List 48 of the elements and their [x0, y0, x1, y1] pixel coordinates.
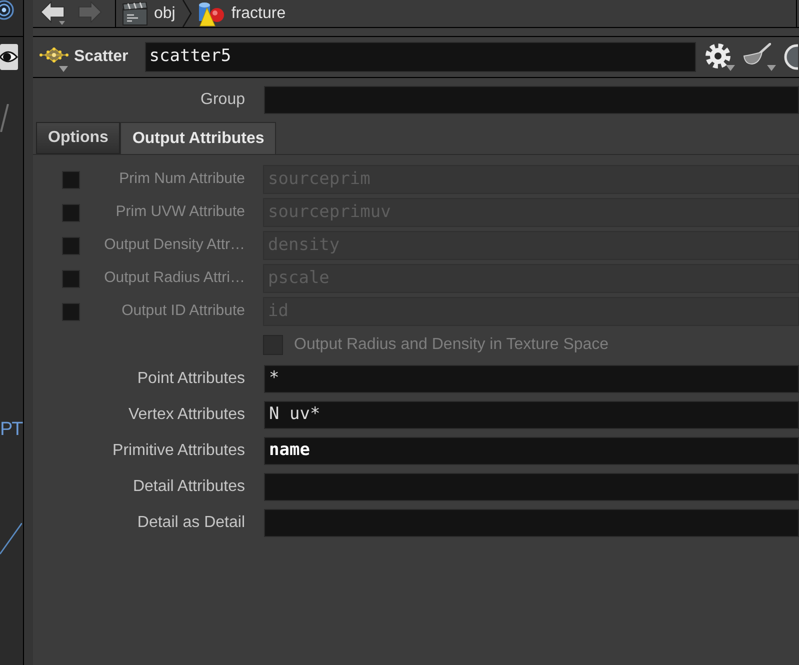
viewport-line: [0, 104, 9, 132]
breadcrumb-item[interactable]: fracture: [197, 0, 286, 27]
text-field[interactable]: N uv*: [264, 401, 799, 429]
field-label: Output Density Attr…: [103, 235, 245, 256]
field-label: Prim UVW Attribute: [114, 202, 245, 222]
checkbox[interactable]: [62, 170, 80, 188]
field-label: Detail as Detail: [137, 513, 245, 533]
ring-icon: [0, 0, 14, 20]
chevron-separator-icon: [182, 0, 192, 27]
viewport-line: [0, 523, 22, 555]
checkbox[interactable]: [62, 236, 80, 254]
text-field[interactable]: [264, 509, 799, 537]
node-name-field[interactable]: scatter5: [145, 42, 696, 72]
field-label: Detail Attributes: [132, 477, 245, 497]
shapes-icon: [197, 0, 226, 26]
field-label: Point Attributes: [137, 369, 245, 389]
settings-icon: [705, 43, 732, 69]
field-label: Vertex Attributes: [128, 405, 245, 425]
field-label: Prim Num Attribute: [118, 169, 245, 190]
pan-button[interactable]: [743, 42, 778, 72]
caret-icon: [59, 66, 68, 72]
caret-icon: [726, 65, 736, 71]
settings-button[interactable]: [705, 42, 738, 72]
field-label: Output ID Attribute: [120, 301, 245, 322]
node-type-label: Scatter: [74, 47, 128, 67]
scatter-icon: [39, 47, 69, 63]
field-label: Primitive Attributes: [112, 441, 245, 461]
field-label: Output Radius Attri…: [103, 268, 245, 288]
caret-icon: [767, 65, 776, 71]
toggle-label: Output Radius and Density in Texture Space: [294, 334, 609, 354]
tab[interactable]: Output Attributes: [120, 122, 276, 154]
pane-splitter[interactable]: [24, 0, 33, 665]
back-arrow-icon: [40, 1, 66, 26]
group-field[interactable]: [264, 86, 799, 114]
eye-icon[interactable]: [0, 44, 18, 70]
text-field[interactable]: [264, 473, 799, 501]
checkbox[interactable]: [62, 302, 80, 320]
clapperboard-icon: [122, 2, 148, 26]
checkbox[interactable]: [62, 270, 80, 288]
text-field[interactable]: name: [264, 437, 799, 465]
viewport-label: PT: [0, 420, 22, 439]
text-field[interactable]: *: [264, 365, 799, 393]
pan-icon: [743, 43, 772, 65]
field-label: Group: [200, 90, 245, 110]
tab[interactable]: Options: [36, 122, 120, 154]
breadcrumb-item[interactable]: obj: [122, 0, 176, 27]
back-button[interactable]: [40, 1, 66, 26]
checkbox[interactable]: [62, 204, 80, 222]
